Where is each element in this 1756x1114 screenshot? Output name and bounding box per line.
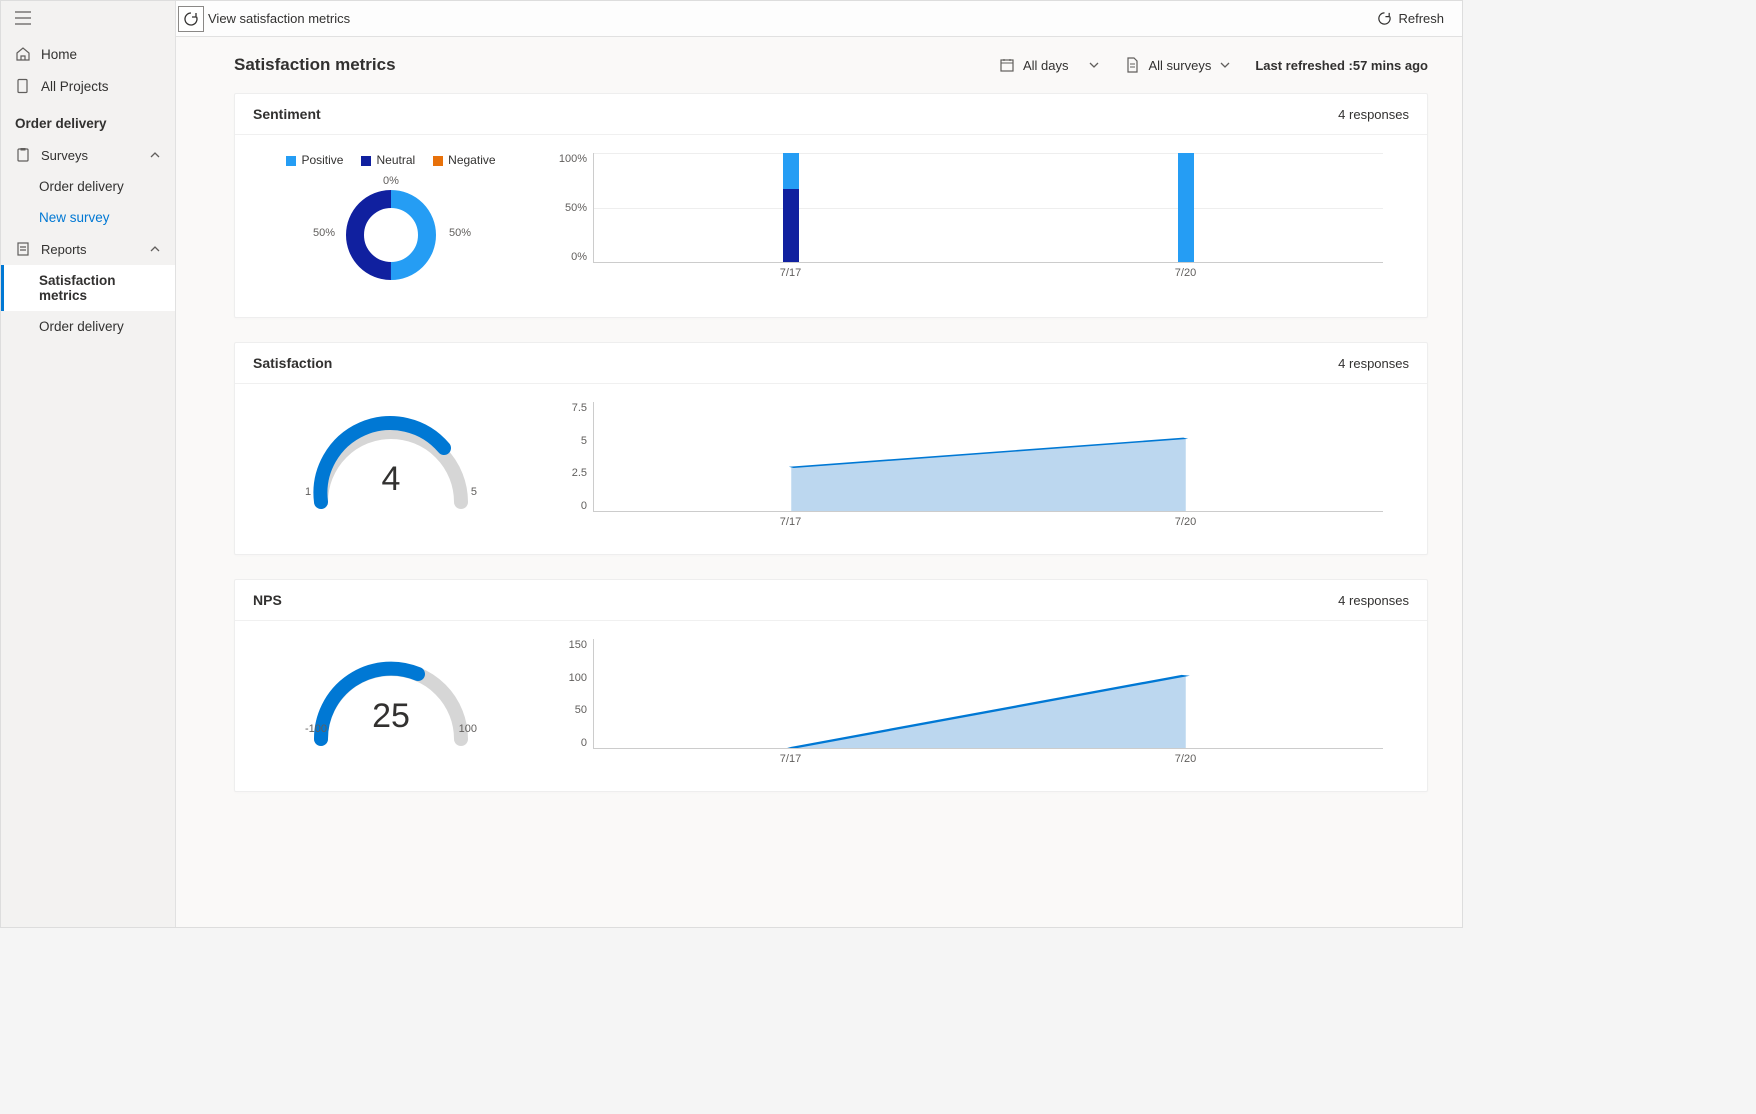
nps-gauge: 25 -100 100 [281,639,501,759]
page-title: Satisfaction metrics [234,55,396,75]
sidebar-item-all-projects[interactable]: All Projects [1,70,175,102]
sidebar-item-label: Order delivery [39,319,124,334]
card-title: NPS [253,592,282,608]
sidebar-item-home[interactable]: Home [1,38,175,70]
sidebar-item-label: Order delivery [39,179,124,194]
hamburger-icon [15,11,31,25]
chevron-down-icon [1088,59,1100,71]
satisfaction-area-chart: 7.5 5 2.5 0 [553,402,1393,532]
sidebar-reports-toggle[interactable]: Reports [1,233,175,265]
document-icon [1124,57,1140,73]
sentiment-donut: 0% 50% 50% [291,175,491,295]
sidebar-item-label: Satisfaction metrics [39,273,161,303]
topbar-title: View satisfaction metrics [208,11,350,26]
home-icon [15,46,31,62]
refresh-arc-icon [183,11,199,27]
card-title: Sentiment [253,106,321,122]
card-satisfaction: Satisfaction 4 responses 4 1 5 [234,342,1428,555]
card-sentiment: Sentiment 4 responses Positive Neutral N… [234,93,1428,318]
sentiment-legend: Positive Neutral Negative [286,153,495,167]
back-button[interactable] [178,6,204,32]
sidebar-section-label: Surveys [41,148,88,163]
topbar: View satisfaction metrics Refresh [176,1,1462,37]
card-title: Satisfaction [253,355,332,371]
last-refreshed: Last refreshed :57 mins ago [1255,58,1428,73]
project-title: Order delivery [1,102,175,139]
sidebar: Home All Projects Order delivery Surveys… [1,1,176,927]
projects-icon [15,78,31,94]
card-meta: 4 responses [1338,593,1409,608]
card-meta: 4 responses [1338,107,1409,122]
gauge-value: 4 [281,460,501,499]
refresh-button[interactable]: Refresh [1377,11,1444,26]
main: View satisfaction metrics Refresh Satisf… [176,1,1462,927]
page-header: Satisfaction metrics All days All survey… [176,37,1462,93]
chevron-up-icon [149,243,161,255]
sidebar-report-satisfaction-metrics[interactable]: Satisfaction metrics [1,265,175,311]
sidebar-report-order-delivery[interactable]: Order delivery [1,311,175,342]
refresh-icon [1377,11,1392,26]
gauge-min: -100 [305,723,327,735]
donut-label-right: 50% [449,227,471,239]
gauge-min: 1 [305,486,311,498]
sidebar-surveys-toggle[interactable]: Surveys [1,139,175,171]
donut-label-top: 0% [383,175,399,187]
calendar-icon [999,57,1015,73]
sidebar-section-label: Reports [41,242,87,257]
sentiment-bar-chart: 100% 50% 0% [553,153,1393,283]
chevron-down-icon [1219,59,1231,71]
sidebar-survey-new[interactable]: New survey [1,202,175,233]
card-nps: NPS 4 responses 25 -100 1 [234,579,1428,792]
filter-label: All surveys [1148,58,1211,73]
filter-label: All days [1023,58,1069,73]
sidebar-item-label: New survey [39,210,110,225]
sidebar-survey-order-delivery[interactable]: Order delivery [1,171,175,202]
gauge-max: 100 [459,723,477,735]
satisfaction-gauge: 4 1 5 [281,402,501,522]
filter-days[interactable]: All days [999,57,1101,73]
card-meta: 4 responses [1338,356,1409,371]
donut-label-left: 50% [313,227,335,239]
menu-toggle[interactable] [1,1,175,38]
sidebar-item-label: All Projects [41,79,109,94]
content-scroll[interactable]: Satisfaction metrics All days All survey… [176,37,1462,927]
nps-area-chart: 150 100 50 0 [553,639,1393,769]
gauge-max: 5 [471,486,477,498]
chevron-up-icon [149,149,161,161]
report-icon [15,241,31,257]
filter-surveys[interactable]: All surveys [1124,57,1231,73]
clipboard-icon [15,147,31,163]
refresh-label: Refresh [1398,11,1444,26]
sidebar-item-label: Home [41,47,77,62]
